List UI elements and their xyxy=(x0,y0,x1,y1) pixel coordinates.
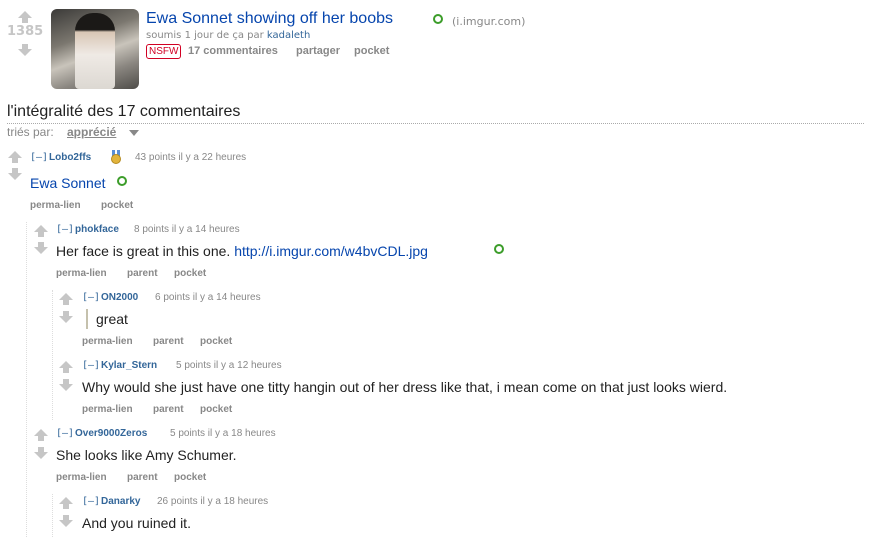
post-author-link[interactable]: kadaleth xyxy=(267,30,310,41)
green-circle-icon xyxy=(433,14,443,24)
comments-link[interactable]: 17 commentaires xyxy=(188,45,278,57)
thread-line xyxy=(52,494,53,537)
comments-section-title: l'intégralité des 17 commentaires xyxy=(7,103,241,120)
pocket-button[interactable]: pocket xyxy=(101,200,133,211)
post-tagline: soumis 1 jour de ça par kadaleth xyxy=(146,30,310,41)
permalink-button[interactable]: perma-lien xyxy=(30,200,81,211)
post-submitted-text: soumis 1 jour de ça par xyxy=(146,30,267,41)
post-thumbnail[interactable] xyxy=(51,9,139,89)
permalink-button[interactable]: perma-lien xyxy=(82,404,133,415)
comment-body-link[interactable]: Ewa Sonnet xyxy=(30,175,106,191)
comment-quote-text: great xyxy=(96,311,128,327)
comment-body: Her face is great in this one. http://i.… xyxy=(56,243,428,259)
collapse-toggle[interactable]: [–] xyxy=(30,152,48,163)
comment-meta: 6 points il y a 14 heures xyxy=(155,292,261,303)
comment-text: Her face is great in this one. xyxy=(56,243,235,259)
comment-meta: 43 points il y a 22 heures xyxy=(135,152,247,163)
quote-bar xyxy=(86,309,88,329)
comment-meta: 26 points il y a 18 heures xyxy=(157,496,269,507)
comment-body: Why would she just have one titty hangin… xyxy=(82,379,728,395)
post-domain[interactable]: (i.imgur.com) xyxy=(452,15,525,28)
collapse-toggle[interactable]: [–] xyxy=(82,360,100,371)
parent-button[interactable]: parent xyxy=(127,472,158,483)
parent-button[interactable]: parent xyxy=(127,268,158,279)
collapse-toggle[interactable]: [–] xyxy=(56,428,74,439)
comment-author-link[interactable]: Kylar_Stern xyxy=(101,360,157,371)
post-title-link[interactable]: Ewa Sonnet showing off her boobs xyxy=(146,10,393,28)
parent-button[interactable]: parent xyxy=(153,336,184,347)
comment-body: And you ruined it. xyxy=(82,515,191,531)
sort-label: triés par: xyxy=(7,125,54,139)
comment-author-link[interactable]: phokface xyxy=(75,224,119,235)
nsfw-badge: NSFW xyxy=(146,44,182,59)
comment-link[interactable]: http://i.imgur.com/w4bvCDL.jpg xyxy=(234,243,428,259)
comment-meta: 5 points il y a 18 heures xyxy=(170,428,276,439)
medal-icon xyxy=(111,150,121,164)
parent-button[interactable]: parent xyxy=(153,404,184,415)
pocket-button[interactable]: pocket xyxy=(200,336,232,347)
pocket-button[interactable]: pocket xyxy=(174,268,206,279)
comment-author-link[interactable]: Danarky xyxy=(101,496,140,507)
chevron-down-icon[interactable] xyxy=(129,130,139,136)
sort-dropdown[interactable]: apprécié xyxy=(67,125,116,139)
permalink-button[interactable]: perma-lien xyxy=(82,336,133,347)
collapse-toggle[interactable]: [–] xyxy=(82,292,100,303)
comment-author-link[interactable]: Over9000Zeros xyxy=(75,428,147,439)
permalink-button[interactable]: perma-lien xyxy=(56,472,107,483)
permalink-button[interactable]: perma-lien xyxy=(56,268,107,279)
post-score: 1385 xyxy=(7,24,44,39)
thread-line xyxy=(26,222,27,537)
comment-author-link[interactable]: ON2000 xyxy=(101,292,138,303)
pocket-link[interactable]: pocket xyxy=(354,45,389,57)
collapse-toggle[interactable]: [–] xyxy=(56,224,74,235)
thread-line xyxy=(52,290,53,420)
section-divider xyxy=(7,123,864,124)
comment-meta: 5 points il y a 12 heures xyxy=(176,360,282,371)
comment-author-link[interactable]: Lobo2ffs xyxy=(49,152,91,163)
comment-body: She looks like Amy Schumer. xyxy=(56,447,237,463)
comment-meta: 8 points il y a 14 heures xyxy=(134,224,240,235)
green-circle-icon xyxy=(494,244,504,254)
pocket-button[interactable]: pocket xyxy=(174,472,206,483)
collapse-toggle[interactable]: [–] xyxy=(82,496,100,507)
pocket-button[interactable]: pocket xyxy=(200,404,232,415)
share-link[interactable]: partager xyxy=(296,45,340,57)
green-circle-icon xyxy=(117,176,127,186)
